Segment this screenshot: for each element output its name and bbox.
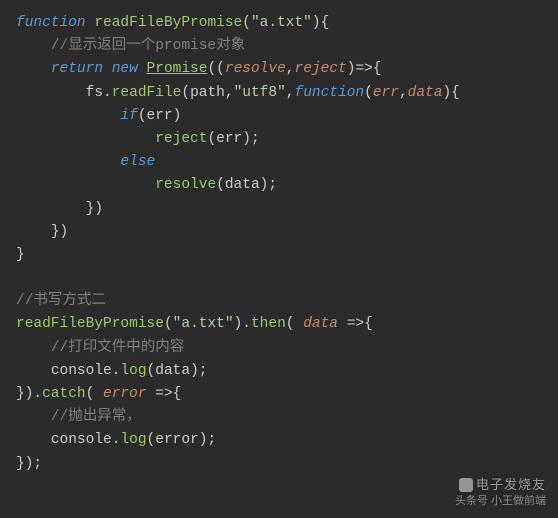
code-line: console.log(data);	[16, 360, 542, 383]
identifier: fs	[86, 85, 103, 101]
comment: //打印文件中的内容	[51, 340, 184, 356]
code-line: //打印文件中的内容	[16, 337, 542, 360]
code-line: })	[16, 221, 542, 244]
logo-icon	[459, 478, 473, 492]
call-resolve: resolve	[155, 177, 216, 193]
code-block: function readFileByPromise("a.txt"){ //显…	[16, 12, 542, 476]
keyword-if: if	[120, 108, 137, 124]
call-readfilebypromise: readFileByPromise	[16, 316, 164, 332]
param-error: error	[103, 386, 147, 402]
watermark-bottom: 头条号 小王做前端	[455, 494, 546, 508]
code-line: //书写方式二	[16, 290, 542, 313]
code-line: fs.readFile(path,"utf8",function(err,dat…	[16, 82, 542, 105]
method-log: log	[120, 363, 146, 379]
keyword-return: return	[51, 61, 103, 77]
code-line: })	[16, 198, 542, 221]
code-line: }).catch( error =>{	[16, 383, 542, 406]
param-data: data	[408, 85, 443, 101]
watermark: 电子发烧友 头条号 小王做前端	[455, 477, 546, 508]
function-name: readFileByPromise	[94, 15, 242, 31]
code-line: return new Promise((resolve,reject)=>{	[16, 58, 542, 81]
comment: //书写方式二	[16, 293, 106, 309]
call-reject: reject	[155, 131, 207, 147]
method-catch: catch	[42, 386, 86, 402]
code-line: //显示返回一个promise对象	[16, 35, 542, 58]
blank-line	[16, 267, 542, 290]
method-readfile: readFile	[112, 85, 182, 101]
keyword-new: new	[112, 61, 138, 77]
method-then: then	[251, 316, 286, 332]
code-line: //抛出异常，	[16, 406, 542, 429]
param-reject: reject	[295, 61, 347, 77]
code-line: }	[16, 244, 542, 267]
keyword-else: else	[120, 154, 155, 170]
param-resolve: resolve	[225, 61, 286, 77]
comment: //抛出异常，	[51, 409, 141, 425]
class-promise: Promise	[147, 61, 208, 77]
keyword-function: function	[295, 85, 365, 101]
keyword-function: function	[16, 15, 86, 31]
code-line: resolve(data);	[16, 174, 542, 197]
code-line: if(err)	[16, 105, 542, 128]
param-err: err	[373, 85, 399, 101]
param-data: data	[303, 316, 338, 332]
identifier: console	[51, 363, 112, 379]
code-line: else	[16, 151, 542, 174]
string-literal: "utf8"	[234, 85, 286, 101]
comment: //显示返回一个promise对象	[51, 38, 245, 54]
watermark-top: 电子发烧友	[476, 477, 546, 492]
code-line: console.log(error);	[16, 429, 542, 452]
string-literal: "a.txt"	[173, 316, 234, 332]
code-line: readFileByPromise("a.txt").then( data =>…	[16, 313, 542, 336]
code-line: });	[16, 453, 542, 476]
identifier: console	[51, 432, 112, 448]
code-line: function readFileByPromise("a.txt"){	[16, 12, 542, 35]
string-literal: "a.txt"	[251, 15, 312, 31]
code-line: reject(err);	[16, 128, 542, 151]
method-log: log	[120, 432, 146, 448]
